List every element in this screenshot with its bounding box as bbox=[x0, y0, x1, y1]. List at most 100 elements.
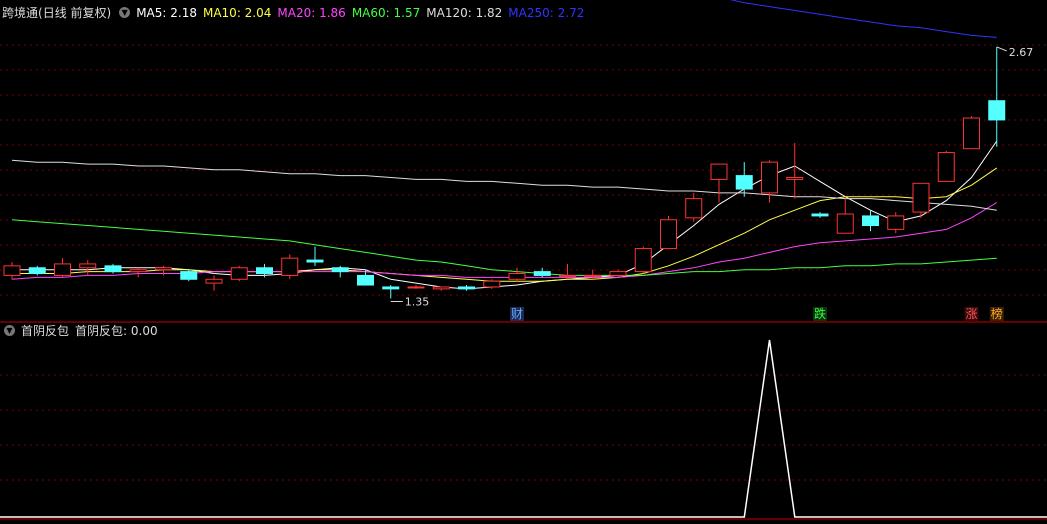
candle bbox=[3, 262, 21, 280]
candle bbox=[79, 260, 97, 276]
candle-body bbox=[710, 163, 728, 180]
candle bbox=[533, 267, 551, 278]
candle-body bbox=[811, 213, 829, 217]
candle-body bbox=[533, 271, 551, 276]
candle bbox=[205, 275, 223, 291]
ma-legend-items: MA5: 2.18 MA10: 2.04 MA20: 1.86 MA60: 1.57 M… bbox=[136, 6, 590, 20]
ma-legend-item: MA250: 2.72 bbox=[508, 6, 585, 20]
stock-mode: (日线 前复权) bbox=[38, 6, 112, 20]
candle bbox=[281, 254, 299, 280]
indicator-name: 首阴反包 bbox=[21, 324, 70, 338]
candle-body bbox=[685, 198, 703, 219]
candle-body bbox=[3, 265, 21, 276]
candle bbox=[963, 116, 980, 150]
high-pointer bbox=[996, 46, 1007, 52]
indicator-legend: ▼ 首阴反包 首阴反包: 0.00 bbox=[2, 323, 164, 339]
ma-legend-item: MA20: 1.86 bbox=[277, 6, 346, 20]
candle bbox=[306, 246, 324, 266]
event-marker-label: 榜 bbox=[991, 306, 1003, 321]
candle bbox=[28, 265, 46, 276]
candle-body bbox=[382, 286, 400, 290]
ma-legend-item: MA5: 2.18 bbox=[136, 6, 197, 20]
candle-body bbox=[584, 274, 602, 277]
indicator-value: 首阴反包: 0.00 bbox=[75, 324, 158, 338]
candle-body bbox=[761, 161, 778, 194]
candle-body bbox=[836, 213, 854, 234]
candle-body bbox=[104, 265, 122, 273]
candle bbox=[104, 263, 122, 274]
candle-body bbox=[281, 257, 299, 276]
candle bbox=[685, 192, 703, 222]
candle bbox=[660, 215, 677, 250]
candle-body bbox=[155, 267, 172, 271]
candle bbox=[862, 210, 879, 232]
candle-body bbox=[508, 273, 526, 280]
candle bbox=[483, 279, 501, 289]
candle bbox=[811, 212, 829, 218]
low-price-label: 1.35 bbox=[405, 295, 430, 308]
candle-body bbox=[331, 267, 349, 273]
candle bbox=[786, 142, 804, 199]
candle-body bbox=[256, 267, 273, 275]
event-markers: 财 跌 涨榜 bbox=[510, 306, 1004, 321]
candle bbox=[887, 212, 905, 234]
main-legend: 跨境通(日线 前复权) ▼ MA5: 2.18 MA10: 2.04 MA20: 1.8… bbox=[2, 5, 596, 21]
candle bbox=[634, 246, 652, 274]
candle-body bbox=[735, 175, 753, 190]
stock-name: 跨境通 bbox=[2, 6, 39, 20]
ma-legend-item: MA120: 1.82 bbox=[426, 6, 503, 20]
ma-legend-item: MA10: 2.04 bbox=[202, 6, 272, 20]
moving-average-lines bbox=[11, 0, 998, 290]
candle-body bbox=[54, 263, 71, 276]
candle-body bbox=[28, 267, 46, 275]
candle bbox=[382, 285, 400, 299]
candle-body bbox=[988, 100, 1006, 121]
grid-lines bbox=[0, 44, 1047, 520]
event-marker-label: 涨 bbox=[965, 306, 977, 321]
candle bbox=[836, 198, 854, 234]
candle bbox=[331, 265, 349, 278]
candle-body bbox=[180, 271, 198, 280]
event-marker: 涨 bbox=[964, 306, 979, 321]
candle-body bbox=[306, 259, 324, 263]
candlesticks bbox=[3, 46, 1006, 299]
event-marker-label: 财 bbox=[511, 307, 523, 321]
candle bbox=[735, 162, 753, 197]
ma-legend-item: MA60: 1.57 bbox=[351, 6, 421, 20]
candle bbox=[432, 286, 450, 291]
candle-body bbox=[937, 152, 955, 182]
candle-body bbox=[862, 215, 879, 227]
candle bbox=[407, 285, 425, 289]
candle-body bbox=[407, 286, 425, 289]
candle bbox=[937, 150, 955, 182]
ma-line-ma120 bbox=[11, 159, 997, 211]
candle-body bbox=[205, 278, 223, 284]
indicator-polyline bbox=[0, 339, 1047, 518]
candle-body bbox=[634, 248, 652, 273]
event-marker: 财 bbox=[510, 307, 524, 321]
candle-body bbox=[79, 263, 97, 269]
candle bbox=[129, 267, 147, 278]
candle bbox=[180, 269, 198, 282]
kline-chart[interactable]: 财 跌 涨榜 2.67 1.35 bbox=[0, 0, 1047, 524]
candle-body bbox=[357, 274, 374, 286]
candle-body bbox=[660, 219, 677, 250]
event-marker-label: 跌 bbox=[814, 306, 826, 321]
indicator-line bbox=[0, 339, 1047, 518]
candle bbox=[458, 285, 475, 291]
candle-body bbox=[432, 286, 450, 290]
candle-body bbox=[609, 271, 627, 276]
event-marker: 跌 bbox=[813, 306, 827, 321]
high-price-label: 2.67 bbox=[1009, 46, 1034, 59]
candle-body bbox=[559, 274, 576, 277]
chevron-down-icon[interactable]: ▼ bbox=[4, 325, 15, 336]
candle-body bbox=[912, 182, 930, 213]
event-marker: 榜 bbox=[989, 306, 1004, 321]
candle bbox=[761, 160, 778, 203]
candle-body bbox=[483, 280, 501, 288]
chevron-down-icon[interactable]: ▼ bbox=[119, 7, 131, 18]
candle-body bbox=[887, 215, 905, 230]
candle bbox=[988, 46, 1006, 147]
candle-body bbox=[786, 177, 804, 180]
candle bbox=[710, 163, 728, 203]
